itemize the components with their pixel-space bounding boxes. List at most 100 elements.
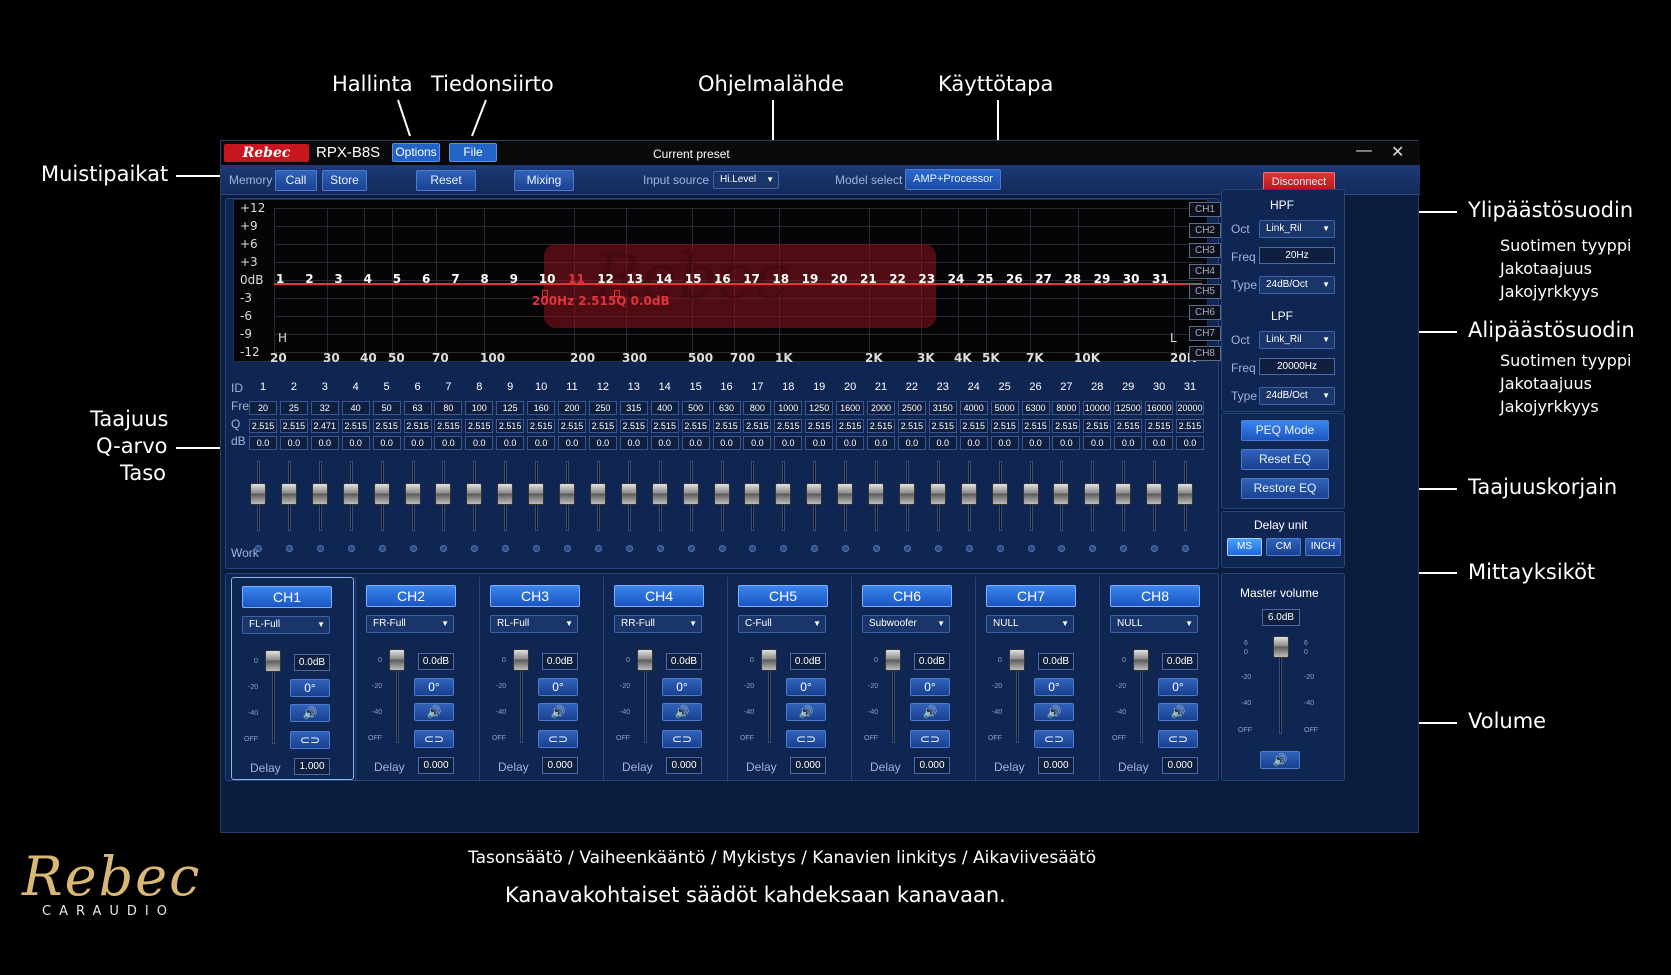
channel-delay-field[interactable]: 0.000	[790, 757, 826, 774]
eq-q-field[interactable]: 2.515	[959, 419, 988, 433]
eq-db-field[interactable]: 0.0	[836, 436, 865, 450]
eq-gain-fader[interactable]	[929, 483, 946, 505]
channel-link-button[interactable]: ⊂⊃	[414, 730, 454, 748]
eq-band-marker[interactable]: 20	[831, 272, 848, 286]
channel-level-fader[interactable]	[637, 649, 653, 671]
eq-gain-fader[interactable]	[1053, 483, 1070, 505]
channel-level-field[interactable]: 0.0dB	[666, 653, 702, 670]
eq-freq-field[interactable]: 3150	[928, 401, 957, 415]
eq-band-marker[interactable]: 27	[1035, 272, 1052, 286]
channel-source-select[interactable]: RR-Full ▼	[614, 615, 702, 633]
channel-level-fader[interactable]	[389, 649, 405, 671]
eq-band-marker[interactable]: 24	[948, 272, 965, 286]
eq-gain-fader[interactable]	[528, 483, 545, 505]
eq-db-field[interactable]: 0.0	[588, 436, 617, 450]
eq-freq-field[interactable]: 6300	[1021, 401, 1050, 415]
lpf-type-select[interactable]: 24dB/Oct ▼	[1259, 387, 1335, 405]
graph-channel-toggle[interactable]: CH5	[1189, 284, 1221, 300]
channel-select-button[interactable]: CH2	[366, 585, 456, 607]
channel-mute-button[interactable]: 🔊	[786, 703, 826, 721]
channel-link-button[interactable]: ⊂⊃	[786, 730, 826, 748]
eq-q-field[interactable]: 2.515	[465, 419, 494, 433]
eq-q-field[interactable]: 2.515	[836, 419, 865, 433]
eq-q-field[interactable]: 2.515	[1052, 419, 1081, 433]
eq-band-marker[interactable]: 2	[305, 272, 313, 286]
eq-db-field[interactable]: 0.0	[527, 436, 556, 450]
channel-phase-button[interactable]: 0°	[1158, 678, 1198, 696]
graph-channel-toggle[interactable]: CH7	[1189, 325, 1221, 341]
eq-freq-field[interactable]: 8000	[1052, 401, 1081, 415]
eq-q-field[interactable]: 2.515	[743, 419, 772, 433]
channel-delay-field[interactable]: 0.000	[666, 757, 702, 774]
eq-db-field[interactable]: 0.0	[897, 436, 926, 450]
eq-gain-fader[interactable]	[898, 483, 915, 505]
channel-delay-field[interactable]: 1.000	[294, 758, 330, 775]
eq-db-field[interactable]: 0.0	[403, 436, 432, 450]
channel-source-select[interactable]: C-Full ▼	[738, 615, 826, 633]
channel-link-button[interactable]: ⊂⊃	[290, 731, 330, 749]
call-button[interactable]: Call	[275, 170, 317, 191]
options-button[interactable]: Options	[392, 143, 440, 162]
eq-q-field[interactable]: 2.515	[341, 419, 370, 433]
eq-band-marker[interactable]: 31	[1152, 272, 1169, 286]
eq-db-field[interactable]: 0.0	[310, 436, 339, 450]
eq-q-field[interactable]: 2.515	[650, 419, 679, 433]
eq-freq-field[interactable]: 100	[465, 401, 494, 415]
eq-gain-fader[interactable]	[250, 483, 266, 505]
lpf-freq-field[interactable]: 20000Hz	[1259, 358, 1335, 375]
eq-db-field[interactable]: 0.0	[712, 436, 741, 450]
reset-eq-button[interactable]: Reset EQ	[1241, 449, 1329, 470]
eq-band-marker[interactable]: 23	[918, 272, 935, 286]
master-volume-fader[interactable]	[1273, 636, 1289, 658]
eq-freq-field[interactable]: 800	[743, 401, 772, 415]
eq-freq-field[interactable]: 5000	[990, 401, 1019, 415]
channel-level-field[interactable]: 0.0dB	[294, 654, 330, 671]
eq-freq-field[interactable]: 10000	[1083, 401, 1112, 415]
channel-mute-button[interactable]: 🔊	[414, 703, 454, 721]
channel-phase-button[interactable]: 0°	[662, 678, 702, 696]
model-select-button[interactable]: AMP+Processor	[905, 169, 1001, 190]
close-icon[interactable]: ✕	[1391, 142, 1404, 162]
channel-level-field[interactable]: 0.0dB	[418, 653, 454, 670]
lpf-oct-select[interactable]: Link_Ril ▼	[1259, 331, 1335, 349]
eq-freq-field[interactable]: 125	[496, 401, 525, 415]
unit-ms-button[interactable]: MS	[1227, 538, 1262, 556]
eq-band-marker[interactable]: 30	[1123, 272, 1140, 286]
channel-source-select[interactable]: RL-Full ▼	[490, 615, 578, 633]
eq-marker-point[interactable]	[614, 290, 620, 297]
channel-select-button[interactable]: CH3	[490, 585, 580, 607]
eq-gain-fader[interactable]	[775, 483, 792, 505]
eq-band-marker[interactable]: 11	[568, 272, 585, 286]
eq-freq-field[interactable]: 20	[249, 401, 277, 415]
eq-band-marker[interactable]: 13	[626, 272, 643, 286]
eq-gain-fader[interactable]	[1146, 483, 1163, 505]
eq-q-field[interactable]: 2.471	[310, 419, 339, 433]
eq-freq-field[interactable]: 250	[588, 401, 617, 415]
eq-freq-field[interactable]: 1250	[805, 401, 834, 415]
eq-band-marker[interactable]: 5	[393, 272, 401, 286]
graph-channel-toggle[interactable]: CH2	[1189, 222, 1221, 238]
eq-freq-field[interactable]: 63	[403, 401, 432, 415]
eq-db-field[interactable]: 0.0	[372, 436, 401, 450]
eq-q-field[interactable]: 2.515	[619, 419, 648, 433]
channel-select-button[interactable]: CH5	[738, 585, 828, 607]
eq-band-marker[interactable]: 25	[977, 272, 994, 286]
eq-db-field[interactable]: 0.0	[1176, 436, 1204, 450]
eq-q-field[interactable]: 2.515	[805, 419, 834, 433]
eq-db-field[interactable]: 0.0	[867, 436, 895, 450]
eq-q-field[interactable]: 2.515	[1021, 419, 1050, 433]
eq-db-field[interactable]: 0.0	[805, 436, 834, 450]
eq-band-marker[interactable]: 14	[656, 272, 673, 286]
channel-level-fader[interactable]	[885, 649, 901, 671]
eq-db-field[interactable]: 0.0	[1052, 436, 1081, 450]
eq-gain-fader[interactable]	[497, 483, 514, 505]
master-volume-value[interactable]: 6.0dB	[1262, 609, 1300, 626]
eq-db-field[interactable]: 0.0	[650, 436, 679, 450]
eq-db-field[interactable]: 0.0	[1145, 436, 1174, 450]
master-mute-button[interactable]: 🔊	[1260, 751, 1300, 769]
eq-graph[interactable]: +12 +9 +6 +3 0dB -3 -6 -9 -12 20 30 40 50 70 100 200 300…	[233, 199, 1221, 365]
eq-db-field[interactable]: 0.0	[1083, 436, 1112, 450]
eq-db-field[interactable]: 0.0	[465, 436, 494, 450]
eq-db-field[interactable]: 0.0	[990, 436, 1019, 450]
eq-freq-field[interactable]: 40	[341, 401, 370, 415]
